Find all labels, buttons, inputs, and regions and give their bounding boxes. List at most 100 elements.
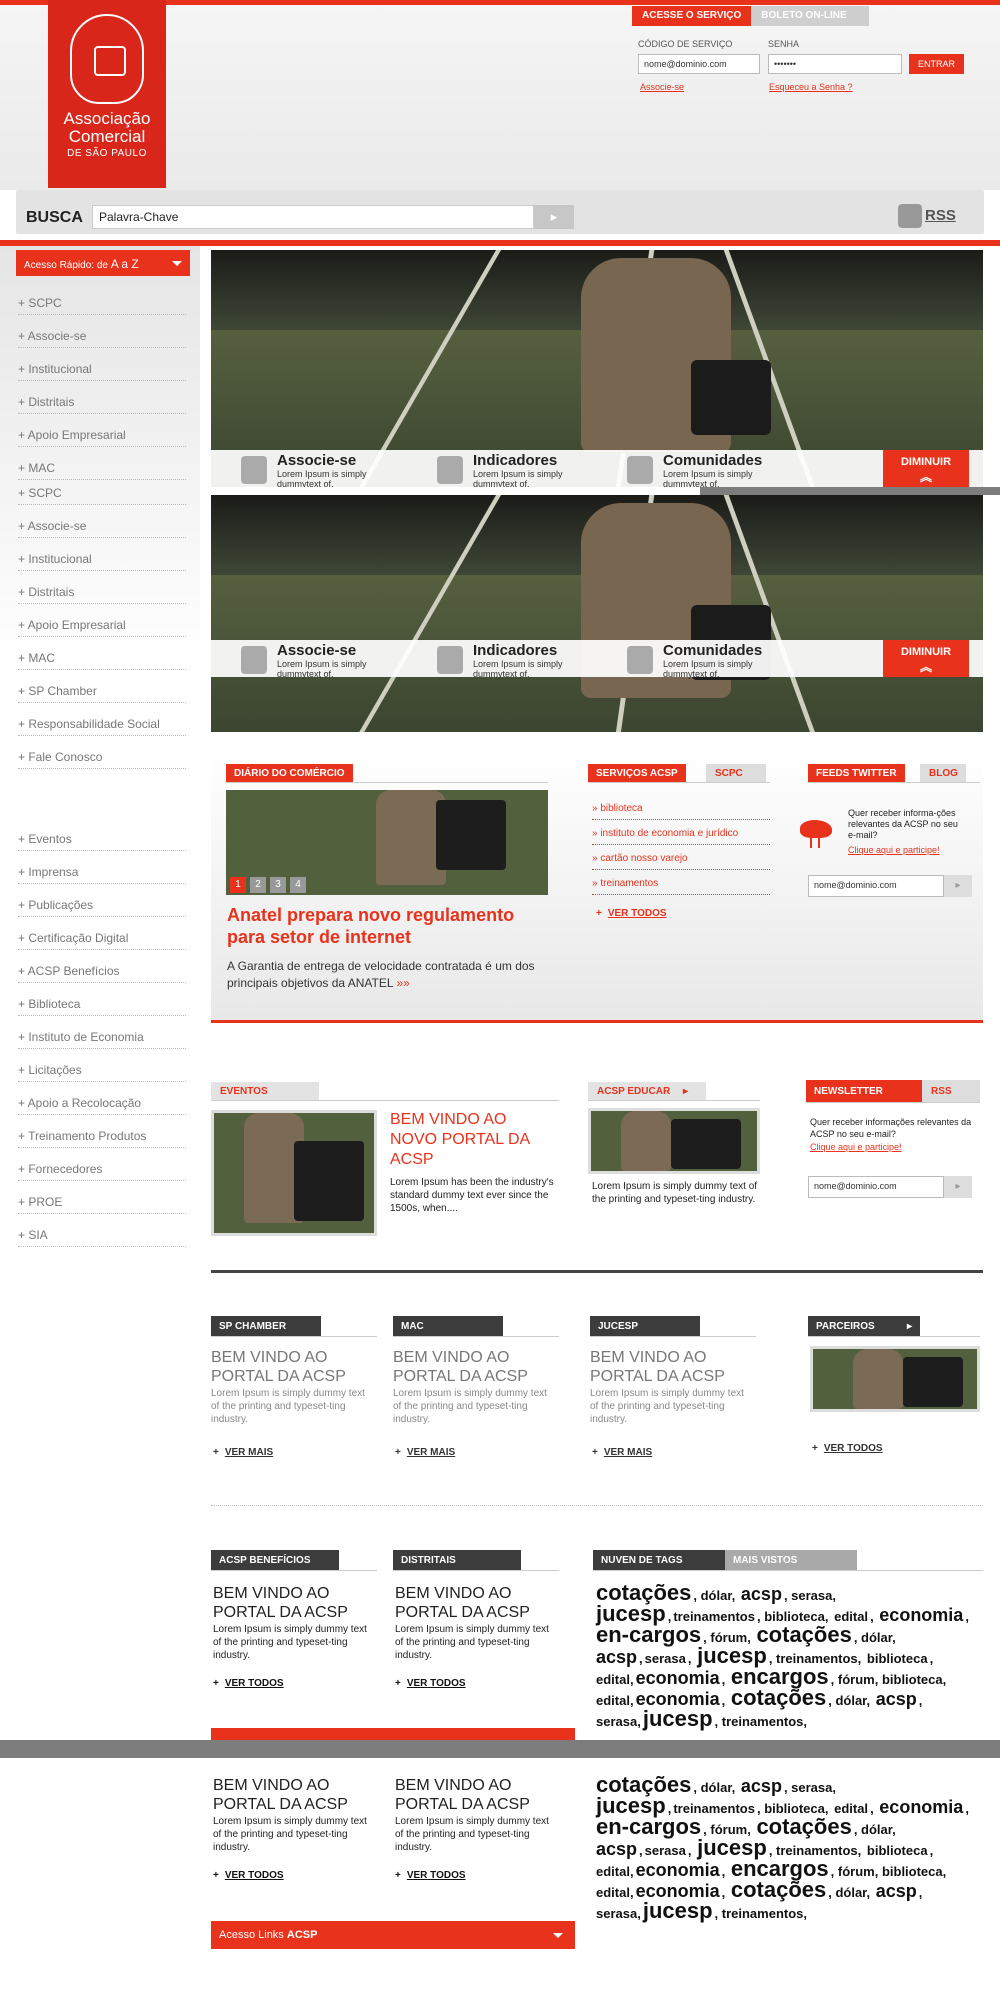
tag-link[interactable]: , [965, 1801, 969, 1816]
tag-link[interactable]: cotações [731, 1877, 826, 1902]
eventos-header[interactable]: EVENTOS [211, 1082, 319, 1100]
tag-link[interactable]: , [639, 1843, 643, 1858]
sidebar-item[interactable]: + Institucional [18, 538, 186, 571]
sidebar-item[interactable]: + Fale Conosco [18, 736, 186, 769]
tab-scpc[interactable]: SCPC [706, 764, 766, 782]
sidebar-item[interactable]: + Apoio a Recolocação [18, 1082, 186, 1115]
tag-link[interactable]: , [722, 1864, 729, 1879]
tab-blog[interactable]: BLOG [920, 764, 966, 782]
sidebar-item[interactable]: + ACSP Benefícios [18, 950, 186, 983]
educar-header[interactable]: ACSP EDUCAR ▸ [588, 1082, 706, 1100]
tag-link[interactable]: , treinamentos, [715, 1714, 807, 1729]
tag-link[interactable]: economia [879, 1605, 963, 1625]
tab-feeds-twitter[interactable]: FEEDS TWITTER [808, 764, 905, 782]
servicos-see-all[interactable]: + VER TODOS [596, 908, 667, 919]
tab-servicos-acsp[interactable]: SERVIÇOS ACSP [588, 764, 686, 782]
tag-link[interactable]: , [870, 1609, 877, 1624]
tag-link[interactable]: , dólar, [854, 1630, 896, 1645]
parceiros-see-all[interactable]: + VER TODOS [812, 1443, 883, 1454]
servicos-link[interactable]: » treinamentos [592, 870, 770, 895]
tag-link[interactable]: , dólar, [693, 1588, 739, 1603]
newsletter-submit-button[interactable]: ▸ [944, 1176, 972, 1198]
see-all-link[interactable]: + VER TODOS [213, 1678, 284, 1689]
tag-link[interactable]: , [688, 1843, 695, 1858]
servicos-link[interactable]: » instituto de economia e jurídico [592, 820, 770, 845]
hero-item-associe[interactable]: Associe-se Lorem Ipsum is simply dummytex… [241, 642, 401, 679]
tag-link[interactable]: cotações [756, 1814, 851, 1839]
column-title[interactable]: BEM VINDO AO PORTAL DA ACSP [213, 1776, 373, 1814]
tag-link[interactable]: , [965, 1609, 969, 1624]
collapse-button[interactable]: DIMINUIR ︽ [883, 450, 969, 487]
sidebar-item[interactable]: + Institucional [18, 348, 186, 381]
sidebar-item[interactable]: + Licitações [18, 1049, 186, 1082]
sidebar-item[interactable]: + Eventos [18, 818, 186, 851]
search-input[interactable]: Palavra-Chave [92, 205, 534, 229]
page-1-button[interactable]: 1 [230, 877, 246, 893]
diario-header[interactable]: DIÁRIO DO COMÉRCIO [226, 764, 353, 782]
tag-link[interactable]: , [722, 1693, 729, 1708]
column-header[interactable]: JUCESP [590, 1316, 700, 1336]
tab-tag-cloud[interactable]: NUVEN DE TAGS [593, 1550, 725, 1570]
tag-link[interactable]: , [688, 1651, 695, 1666]
tag-link[interactable]: biblioteca [867, 1651, 928, 1666]
tab-boleto-online[interactable]: BOLETO ON-LINE [751, 6, 870, 26]
sidebar-item[interactable]: + Fornecedores [18, 1148, 186, 1181]
column-header[interactable]: DISTRITAIS [393, 1550, 521, 1570]
service-code-field[interactable]: nome@dominio.com [638, 54, 760, 74]
page-3-button[interactable]: 3 [270, 877, 286, 893]
tag-link[interactable]: acsp [876, 1881, 917, 1901]
sidebar-item[interactable]: + Associe-se [18, 505, 186, 538]
newsletter-cta-link[interactable]: Clique aqui e participe! [810, 1142, 902, 1152]
tag-link[interactable]: economia [636, 1860, 720, 1880]
see-all-link[interactable]: + VER TODOS [213, 1870, 284, 1881]
tag-link[interactable]: economia [879, 1797, 963, 1817]
sidebar-item[interactable]: + Distritais [18, 571, 186, 604]
page-2-button[interactable]: 2 [250, 877, 266, 893]
tag-link[interactable]: , [722, 1885, 729, 1900]
sidebar-item[interactable]: + SCPC [18, 472, 186, 505]
login-button[interactable]: ENTRAR [909, 54, 965, 74]
hero-item-associe[interactable]: Associe-se Lorem Ipsum is simply dummytex… [241, 452, 401, 487]
sidebar-item[interactable]: + Instituto de Economia [18, 1016, 186, 1049]
twitter-submit-button[interactable]: ▸ [944, 875, 972, 897]
sidebar-item[interactable]: + Distritais [18, 381, 186, 414]
eventos-title[interactable]: BEM VINDO AO NOVO PORTAL DA ACSP [390, 1110, 550, 1170]
diario-headline[interactable]: Anatel prepara novo regulamento para set… [227, 904, 547, 948]
hero-item-indicadores[interactable]: Indicadores Lorem Ipsum is simply dummyte… [437, 642, 597, 679]
sidebar-item[interactable]: + Responsabilidade Social [18, 703, 186, 736]
column-title[interactable]: BEM VINDO AO PORTAL DA ACSP [213, 1584, 373, 1622]
twitter-cta-link[interactable]: Clique aqui e participe! [848, 845, 940, 855]
search-go-button[interactable]: ▸ [534, 205, 574, 229]
sidebar-item[interactable]: + Apoio Empresarial [18, 414, 186, 447]
column-title[interactable]: BEM VINDO AO PORTAL DA ACSP [590, 1348, 750, 1386]
tag-link[interactable]: jucesp [643, 1898, 713, 1923]
tag-link[interactable]: , treinamentos, [715, 1906, 807, 1921]
tag-link[interactable]: cotações [731, 1685, 826, 1710]
sidebar-item[interactable]: + Apoio Empresarial [18, 604, 186, 637]
column-title[interactable]: BEM VINDO AO PORTAL DA ACSP [393, 1348, 553, 1386]
see-all-link[interactable]: + VER TODOS [395, 1870, 466, 1881]
tag-link[interactable]: , [639, 1651, 643, 1666]
hero-item-comunidades[interactable]: Comunidades Lorem Ipsum is simply dummyte… [627, 642, 787, 679]
see-all-link[interactable]: + VER TODOS [395, 1678, 466, 1689]
tag-link[interactable]: acsp [876, 1689, 917, 1709]
sidebar-item[interactable]: + Biblioteca [18, 983, 186, 1016]
tag-link[interactable]: , serasa, [784, 1780, 836, 1795]
tab-rss[interactable]: RSS [922, 1080, 980, 1102]
tag-link[interactable]: acsp [596, 1647, 637, 1667]
tag-link[interactable]: serasa [645, 1651, 686, 1666]
tag-link[interactable]: economia [636, 1668, 720, 1688]
tag-link[interactable]: acsp [741, 1584, 782, 1604]
associate-link[interactable]: Associe-se [640, 82, 684, 92]
column-title[interactable]: BEM VINDO AO PORTAL DA ACSP [211, 1348, 371, 1386]
password-field[interactable]: ••••••• [768, 54, 902, 74]
quick-access-dropdown[interactable]: Acesso Rápido: de A a Z [16, 250, 190, 276]
sidebar-item[interactable]: + SCPC [18, 282, 186, 315]
sidebar-item[interactable]: + Imprensa [18, 851, 186, 884]
forgot-password-link[interactable]: Esqueceu a Senha ? [769, 82, 853, 92]
sidebar-item[interactable]: + Publicações [18, 884, 186, 917]
tab-most-viewed[interactable]: MAIS VISTOS [725, 1550, 857, 1570]
twitter-email-field[interactable]: nome@dominio.com [808, 875, 944, 897]
sidebar-item[interactable]: + PROE [18, 1181, 186, 1214]
acsp-logo[interactable]: Associação Comercial DE SÃO PAULO [48, 0, 166, 188]
